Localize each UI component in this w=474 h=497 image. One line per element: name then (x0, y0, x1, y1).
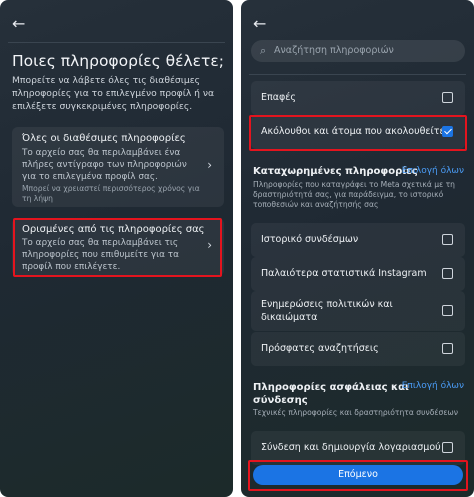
checkbox[interactable] (442, 92, 453, 103)
section-title-security: Πληροφορίες ασφάλειας και σύνδεσης (253, 382, 409, 406)
row-label: Σύνδεση και δημιουργία λογαριασμού (261, 442, 441, 453)
row-contacts[interactable]: Επαφές (251, 81, 465, 115)
row-label: Πρόσφατες αναζητήσεις (261, 343, 379, 354)
row-instagram-stats[interactable]: Παλαιότερα στατιστικά Instagram (251, 257, 465, 291)
section-description: Πληροφορίες που καταγράφει το Meta σχετι… (253, 180, 455, 209)
back-arrow-icon[interactable]: ← (12, 14, 25, 33)
row-label: Ιστορικό συνδέσμων (261, 234, 359, 245)
checkbox[interactable] (442, 442, 453, 453)
section-title-logged-info: Καταχωρημένες πληροφορίες (253, 166, 418, 177)
option-all-information[interactable]: Όλες οι διαθέσιμες πληροφορίες Το αρχείο… (12, 127, 224, 207)
highlight-frame (249, 115, 467, 151)
chevron-right-icon: › (207, 158, 212, 172)
checkbox[interactable] (442, 343, 453, 354)
select-all-link[interactable]: Επιλογή όλων (402, 166, 464, 176)
header-divider (8, 42, 225, 43)
page-title: Ποιες πληροφορίες θέλετε; (12, 52, 224, 70)
option-all-description: Το αρχείο σας θα περιλαμβάνει ένα πλήρες… (22, 148, 187, 182)
row-policy-updates[interactable]: Ενημερώσεις πολιτικών και δικαιώματα (251, 291, 465, 331)
search-input[interactable]: ⌕ Αναζήτηση πληροφοριών (251, 40, 465, 62)
left-screen: ← Ποιες πληροφορίες θέλετε; Μπορείτε να … (0, 0, 233, 497)
highlight-frame (248, 460, 468, 491)
row-label: Ενημερώσεις πολιτικών και δικαιώματα (261, 299, 393, 323)
right-screen: ← ⌕ Αναζήτηση πληροφοριών Επαφές Ακόλουθ… (241, 0, 474, 497)
search-placeholder: Αναζήτηση πληροφοριών (274, 45, 394, 56)
intro-text: Μπορείτε να λάβετε όλες τις διαθέσιμες π… (12, 75, 215, 112)
row-label: Παλαιότερα στατιστικά Instagram (261, 268, 427, 279)
checkbox[interactable] (442, 234, 453, 245)
search-icon: ⌕ (260, 44, 267, 57)
checkbox[interactable] (442, 268, 453, 279)
option-all-note: Μπορεί να χρειαστεί περισσότερος χρόνος … (22, 184, 200, 203)
back-arrow-icon[interactable]: ← (253, 14, 266, 33)
row-label: Επαφές (261, 92, 296, 103)
row-link-history[interactable]: Ιστορικό συνδέσμων (251, 223, 465, 257)
row-recent-searches[interactable]: Πρόσφατες αναζητήσεις (251, 332, 465, 366)
checkbox[interactable] (442, 305, 453, 316)
section-description: Τεχνικές πληροφορίες και δραστηριότητα σ… (253, 408, 459, 417)
search-divider (249, 74, 466, 75)
select-all-link[interactable]: Επιλογή όλων (402, 381, 464, 391)
option-all-title: Όλες οι διαθέσιμες πληροφορίες (22, 133, 186, 144)
highlight-frame (13, 218, 222, 277)
